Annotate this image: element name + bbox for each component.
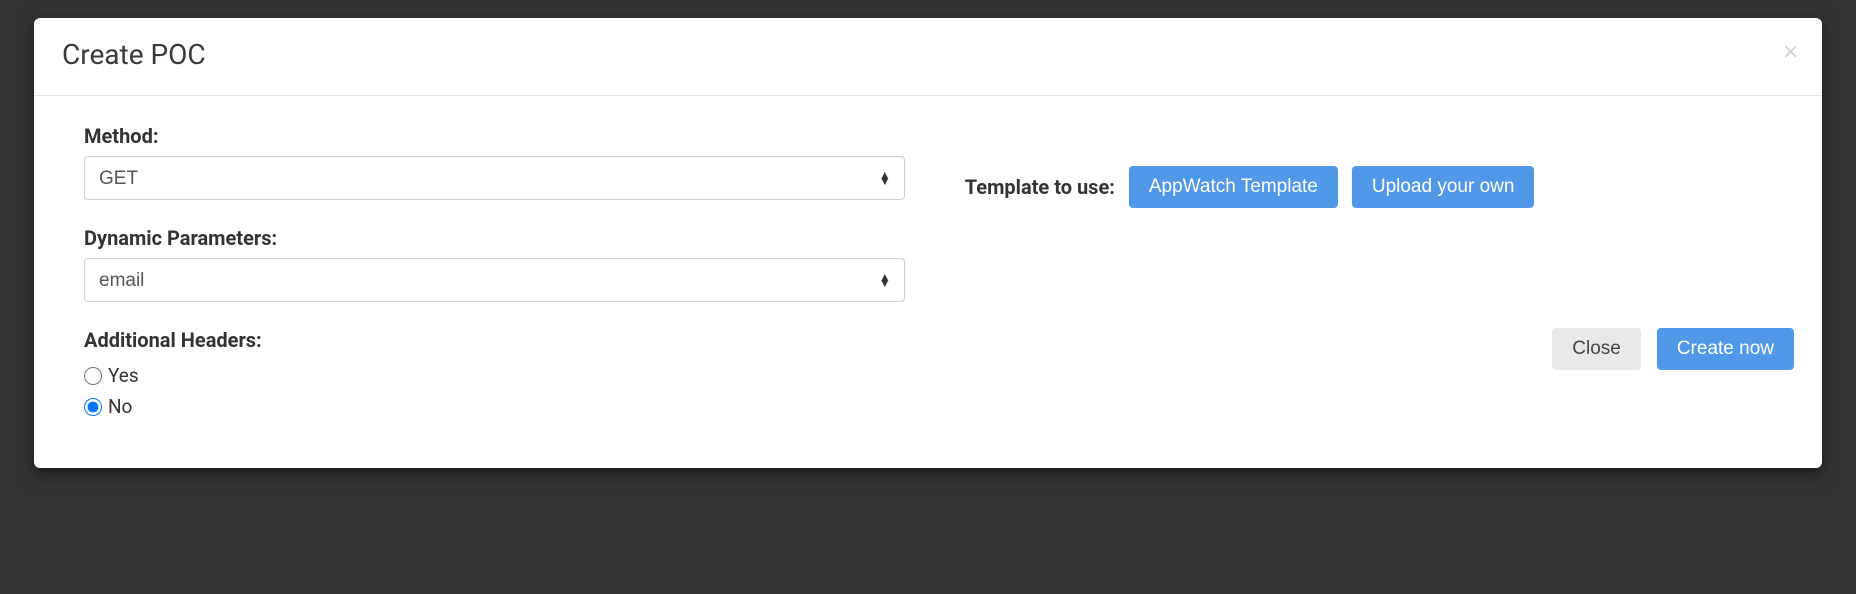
form-left-column: Method: GET ▲▼ Dynamic Parameters: email… xyxy=(84,124,905,426)
radio-yes[interactable] xyxy=(84,367,102,385)
create-now-button[interactable]: Create now xyxy=(1657,328,1794,370)
radio-item-yes[interactable]: Yes xyxy=(84,364,905,387)
form-right-column: Template to use: AppWatch Template Uploa… xyxy=(905,124,1794,426)
dynamic-params-label: Dynamic Parameters: xyxy=(84,226,905,250)
appwatch-template-button[interactable]: AppWatch Template xyxy=(1129,166,1338,208)
modal-footer: Close Create now xyxy=(965,328,1794,370)
dynamic-params-select-wrap: email ▲▼ xyxy=(84,258,905,302)
create-poc-modal: Create POC × Method: GET ▲▼ Dynamic Para… xyxy=(34,18,1822,468)
modal-body: Method: GET ▲▼ Dynamic Parameters: email… xyxy=(34,96,1822,456)
modal-header: Create POC × xyxy=(34,18,1822,96)
template-label: Template to use: xyxy=(965,175,1115,199)
close-icon[interactable]: × xyxy=(1783,36,1798,64)
close-button[interactable]: Close xyxy=(1552,328,1641,370)
template-row: Template to use: AppWatch Template Uploa… xyxy=(965,166,1794,208)
additional-headers-radio-group: Yes No xyxy=(84,364,905,418)
upload-your-own-button[interactable]: Upload your own xyxy=(1352,166,1535,208)
radio-no-label: No xyxy=(108,395,132,418)
radio-no[interactable] xyxy=(84,398,102,416)
radio-yes-label: Yes xyxy=(108,364,139,387)
method-label: Method: xyxy=(84,124,905,148)
modal-title: Create POC xyxy=(62,38,1794,71)
radio-item-no[interactable]: No xyxy=(84,395,905,418)
dynamic-params-select[interactable]: email xyxy=(84,258,905,302)
method-select[interactable]: GET xyxy=(84,156,905,200)
additional-headers-label: Additional Headers: xyxy=(84,328,905,352)
method-select-wrap: GET ▲▼ xyxy=(84,156,905,200)
